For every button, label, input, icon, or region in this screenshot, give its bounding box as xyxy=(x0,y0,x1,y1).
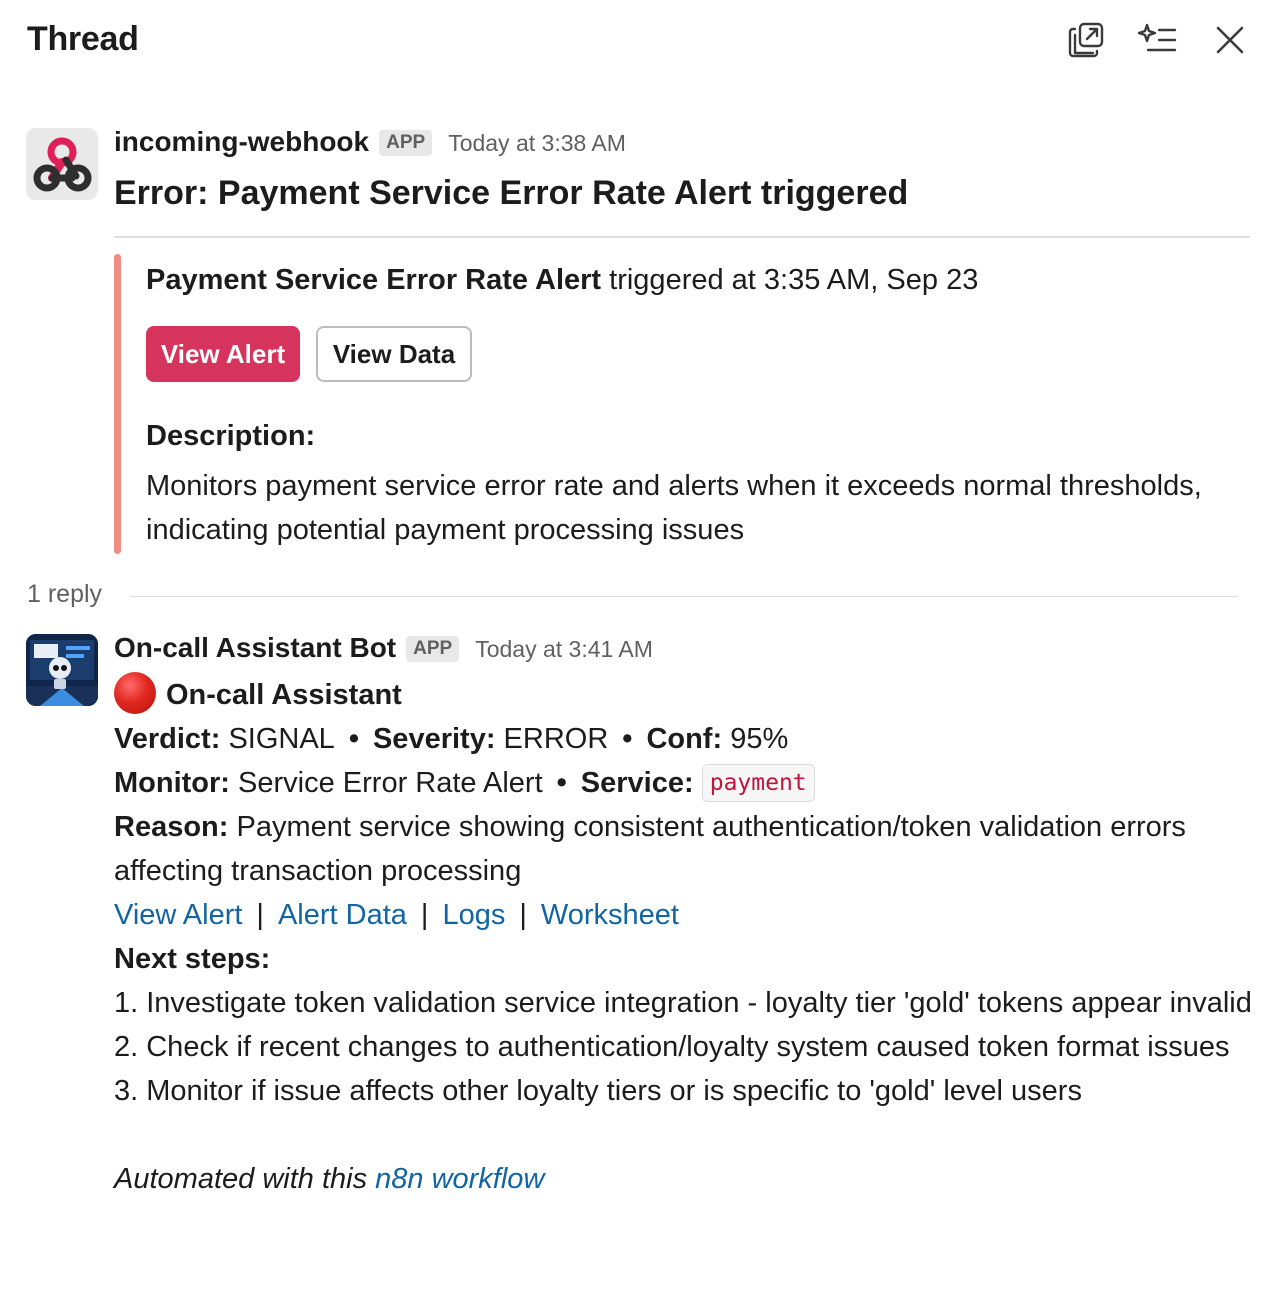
thread-title: Thread xyxy=(27,20,139,58)
reason-text: Payment service showing consistent authe… xyxy=(114,811,1186,887)
bullet-separator: • xyxy=(348,723,359,755)
description-label: Description: xyxy=(146,420,316,452)
service-label: Service: xyxy=(580,767,694,799)
sender-name[interactable]: incoming-webhook xyxy=(114,126,369,158)
description-text: Monitors payment service error rate and … xyxy=(146,470,1202,546)
root-message-header: incoming-webhook APP Today at 3:38 AM xyxy=(114,126,626,159)
robot-avatar-icon xyxy=(26,634,98,706)
monitor-line: Monitor: Service Error Rate Alert • Servic… xyxy=(114,761,1254,805)
next-step-item: 2. Check if recent changes to authentica… xyxy=(114,1031,1230,1063)
alert-data-link[interactable]: Alert Data xyxy=(278,899,407,931)
reason-label: Reason: xyxy=(114,811,229,843)
link-separator: | xyxy=(256,899,264,931)
close-icon xyxy=(1216,26,1244,54)
link-separator: | xyxy=(519,899,527,931)
monitor-label: Monitor: xyxy=(114,767,230,799)
n8n-workflow-link[interactable]: n8n workflow xyxy=(375,1163,544,1195)
severity-value: ERROR xyxy=(503,723,609,755)
conf-label: Conf: xyxy=(646,723,723,755)
link-separator: | xyxy=(420,899,429,931)
bot-avatar[interactable] xyxy=(26,634,98,706)
reply-count: 1 reply xyxy=(27,580,103,608)
alert-title: Error: Payment Service Error Rate Alert … xyxy=(114,174,909,212)
bot-message-header: On-call Assistant Bot APP Today at 3:41 … xyxy=(114,632,653,665)
message-timestamp[interactable]: Today at 3:38 AM xyxy=(448,130,626,157)
links-line: View Alert | Alert Data | Logs | Worksheet xyxy=(114,893,1254,937)
conf-value: 95% xyxy=(730,723,789,755)
bullet-separator: • xyxy=(556,767,567,799)
reason-line: Reason: Payment service showing consiste… xyxy=(114,805,1254,893)
ai-summary-button[interactable] xyxy=(1136,18,1180,62)
footer-text: Automated with this xyxy=(114,1163,376,1195)
bot-message-body: On-call Assistant Verdict: SIGNAL • Severi… xyxy=(114,672,1254,1201)
view-alert-link[interactable]: View Alert xyxy=(114,899,242,931)
app-badge: APP xyxy=(379,130,433,156)
view-data-button[interactable]: View Data xyxy=(316,326,472,382)
close-thread-button[interactable] xyxy=(1208,18,1252,62)
open-in-window-button[interactable] xyxy=(1064,18,1108,62)
divider xyxy=(114,236,1250,238)
severity-label: Severity: xyxy=(372,723,496,755)
service-code: payment xyxy=(701,764,815,802)
worksheet-link[interactable]: Worksheet xyxy=(541,899,679,931)
next-step-item: 3. Monitor if issue affects other loyalt… xyxy=(114,1075,1082,1107)
bullet-separator: • xyxy=(622,723,633,755)
reply-divider xyxy=(130,596,1238,597)
view-alert-button[interactable]: View Alert xyxy=(146,326,300,382)
verdict-value: SIGNAL xyxy=(228,723,335,755)
red-circle-icon xyxy=(114,672,156,714)
message-timestamp[interactable]: Today at 3:41 AM xyxy=(475,636,653,663)
sparkle-list-icon xyxy=(1138,23,1177,52)
verdict-line: Verdict: SIGNAL • Severity: ERROR • Conf: 95… xyxy=(114,717,1254,761)
webhook-avatar[interactable] xyxy=(26,128,98,200)
app-badge: APP xyxy=(406,636,460,662)
open-in-window-icon xyxy=(1068,22,1104,58)
bot-heading: On-call Assistant xyxy=(166,679,402,711)
thread-header: Thread xyxy=(0,0,1276,80)
alert-name: Payment Service Error Rate Alert xyxy=(146,264,602,296)
webhook-icon xyxy=(33,137,92,192)
next-steps-heading: Next steps: xyxy=(114,943,271,975)
attachment-summary: Payment Service Error Rate Alert trigger… xyxy=(146,264,978,297)
triggered-text: triggered at 3:35 AM, Sep 23 xyxy=(601,264,979,296)
next-steps-label: Next steps: xyxy=(114,937,1254,981)
monitor-value: Service Error Rate Alert xyxy=(238,767,543,799)
bot-sender-name[interactable]: On-call Assistant Bot xyxy=(114,632,396,664)
logs-link[interactable]: Logs xyxy=(442,899,505,931)
attachment-accent-bar xyxy=(114,254,121,554)
bot-heading-line: On-call Assistant xyxy=(114,672,1254,717)
automation-footer: Automated with this n8n workflow xyxy=(114,1157,1254,1201)
verdict-label: Verdict: xyxy=(114,723,221,755)
next-step-item: 1. Investigate token validation service … xyxy=(114,987,1252,1019)
